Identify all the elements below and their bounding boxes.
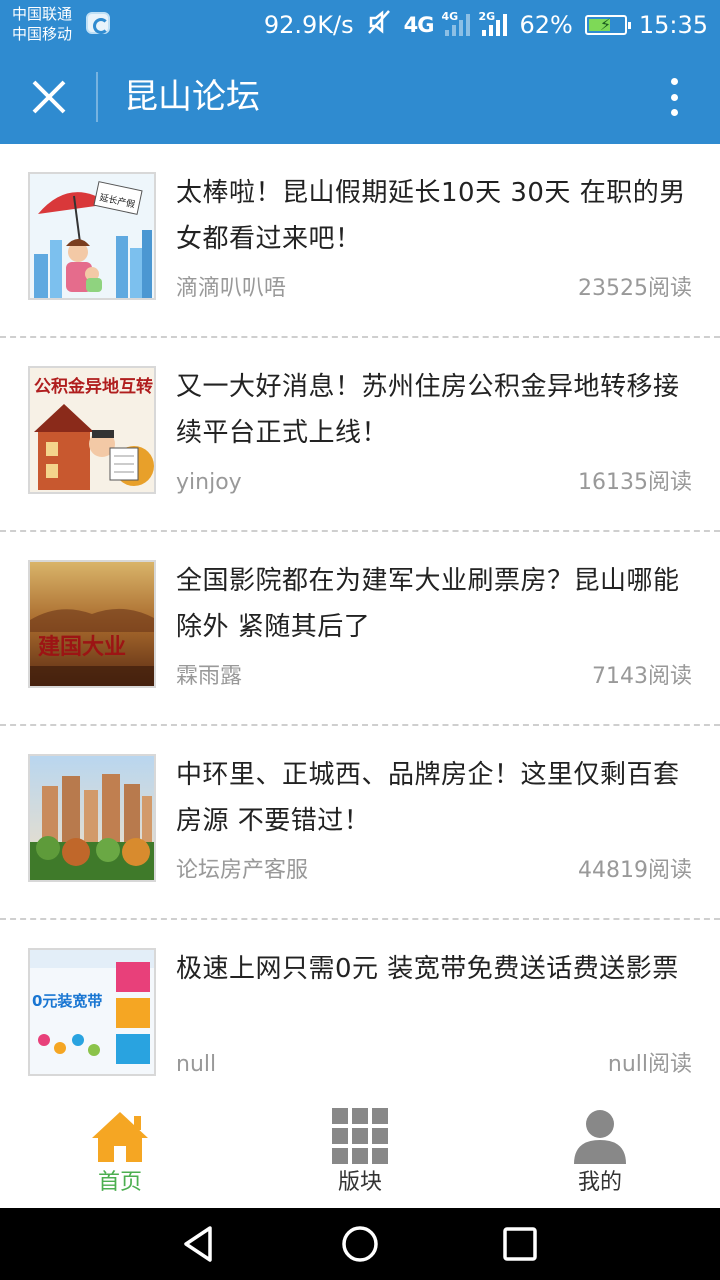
home-circle-icon (342, 1226, 378, 1262)
signal-2-icon: 2G (478, 10, 508, 36)
screen: 中国联通 中国移动 92.9K/s 4G 4G 2G 62% ⚡ 15:35 昆… (0, 0, 720, 1280)
nav-recents-button[interactable] (500, 1224, 540, 1264)
mute-icon (366, 9, 392, 41)
grid-icon (332, 1108, 388, 1164)
post-thumbnail: 公积金异地互转 (28, 366, 156, 494)
post-thumbnail (28, 754, 156, 882)
tab-home-label: 首页 (97, 1170, 142, 1195)
tab-profile[interactable]: 我的 (480, 1096, 720, 1208)
notification-app-icon (86, 12, 110, 34)
status-bar: 中国联通 中国移动 92.9K/s 4G 4G 2G 62% ⚡ 15:35 (0, 0, 720, 50)
carrier-2: 中国移动 (12, 25, 73, 43)
battery-percent: 62% (519, 11, 573, 39)
post-read-count: 16135阅读 (578, 470, 692, 495)
back-triangle-icon (184, 1226, 212, 1262)
post-read-count: null阅读 (607, 1052, 692, 1077)
carrier-info: 中国联通 中国移动 (12, 4, 72, 44)
post-item[interactable]: 中环里、正城西、品牌房企！这里仅剩百套房源 不要错过！ 论坛房产客服 44819… (0, 726, 720, 920)
thumb-text: 公积金异地互转 (34, 376, 153, 397)
page-title: 昆山论坛 (124, 77, 260, 117)
tab-sections-label: 版块 (337, 1170, 382, 1195)
thumb-text: 0元装宽带 (32, 992, 102, 1010)
more-vertical-icon (670, 78, 678, 85)
post-thumbnail: 0元装宽带 (28, 948, 156, 1076)
signal-2-tag: 2G (478, 10, 496, 23)
tab-profile-label: 我的 (577, 1170, 622, 1195)
home-icon (92, 1112, 148, 1162)
nav-back-button[interactable] (180, 1224, 220, 1264)
tab-sections[interactable]: 版块 (240, 1096, 480, 1208)
post-author: 论坛房产客服 (176, 858, 309, 883)
close-button[interactable] (24, 72, 74, 122)
post-item[interactable]: 公积金异地互转 又一大好消息！苏州住房公积金异地转移接续平台正式上线！ yinj… (0, 338, 720, 532)
recents-square-icon (503, 1227, 537, 1261)
more-menu-button[interactable] (652, 74, 696, 120)
charging-icon: ⚡ (599, 15, 612, 34)
post-list: 延长产假 太棒啦！昆山假期延长10天 30天 在职的男女都看过来吧！ 滴滴叭叭唔… (0, 144, 720, 1096)
post-thumbnail: 建国大业 (28, 560, 156, 688)
nav-home-button[interactable] (340, 1224, 380, 1264)
post-read-count: 23525阅读 (578, 276, 692, 301)
app-bar-divider (96, 72, 98, 122)
app-bar: 昆山论坛 (0, 50, 720, 144)
close-icon (32, 80, 66, 114)
post-author: 滴滴叭叭唔 (176, 276, 287, 301)
network-type-1: 4G (403, 13, 435, 37)
bottom-tab-bar: 首页 版块 我的 (0, 1096, 720, 1208)
thumb-text: 建国大业 (38, 635, 126, 660)
system-nav-bar (0, 1208, 720, 1280)
post-title[interactable]: 又一大好消息！苏州住房公积金异地转移接续平台正式上线！ (176, 364, 692, 456)
post-item[interactable]: 0元装宽带 极速上网只需0元 装宽带免费送话费送影票 null null阅读 (0, 920, 720, 1096)
post-thumbnail: 延长产假 (28, 172, 156, 300)
signal-1-tag: 4G (441, 10, 459, 23)
tab-home[interactable]: 首页 (0, 1096, 240, 1208)
post-read-count: 7143阅读 (592, 664, 692, 689)
status-indicators: 92.9K/s 4G 4G 2G 62% ⚡ 15:35 (264, 0, 708, 50)
post-title[interactable]: 太棒啦！昆山假期延长10天 30天 在职的男女都看过来吧！ (176, 170, 692, 262)
post-title[interactable]: 极速上网只需0元 装宽带免费送话费送影票 (176, 946, 692, 992)
post-author: yinjoy (176, 470, 242, 495)
post-title[interactable]: 全国影院都在为建军大业刷票房？昆山哪能除外 紧随其后了 (176, 558, 692, 650)
network-speed: 92.9K/s (263, 11, 354, 39)
post-author: null (176, 1052, 217, 1077)
signal-1-icon: 4G (441, 10, 471, 36)
clock: 15:35 (638, 11, 708, 39)
post-item[interactable]: 延长产假 太棒啦！昆山假期延长10天 30天 在职的男女都看过来吧！ 滴滴叭叭唔… (0, 144, 720, 338)
post-title[interactable]: 中环里、正城西、品牌房企！这里仅剩百套房源 不要错过！ (176, 752, 692, 844)
carrier-1: 中国联通 (12, 5, 73, 23)
post-read-count: 44819阅读 (578, 858, 692, 883)
post-author: 霖雨露 (176, 664, 243, 689)
post-item[interactable]: 建国大业 全国影院都在为建军大业刷票房？昆山哪能除外 紧随其后了 霖雨露 714… (0, 532, 720, 726)
user-icon (574, 1110, 626, 1164)
battery-icon: ⚡ (584, 15, 631, 35)
